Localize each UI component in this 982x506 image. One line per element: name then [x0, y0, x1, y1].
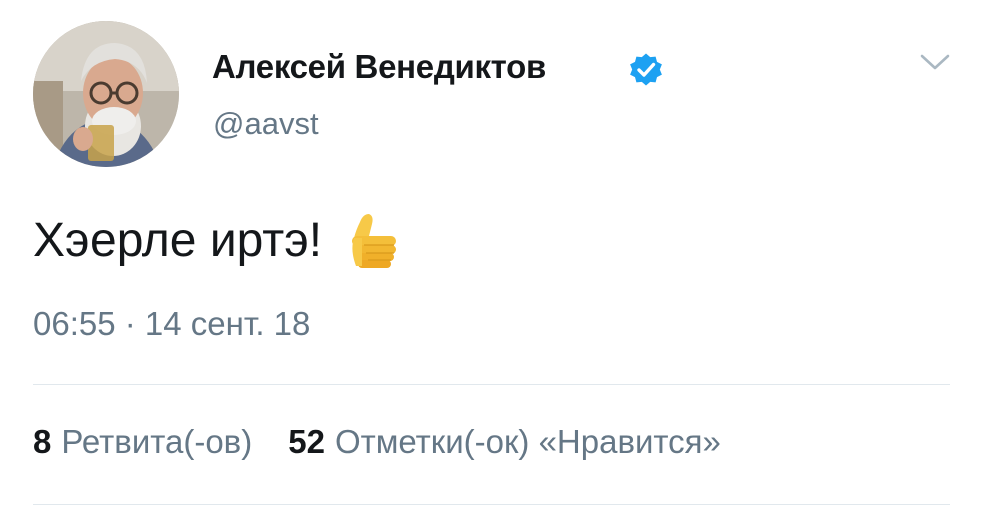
- divider: [33, 504, 950, 505]
- divider: [33, 384, 950, 385]
- retweets-stat[interactable]: 8 Ретвита(-ов): [33, 423, 252, 461]
- author-avatar[interactable]: [33, 21, 179, 167]
- author-handle[interactable]: @aavst: [213, 106, 319, 142]
- tweet-text: Хэерле иртэ!: [33, 208, 404, 272]
- thumbs-up-icon: [352, 214, 397, 268]
- retweets-label: Ретвита(-ов): [61, 423, 253, 460]
- tweet-text-content: Хэерле иртэ!: [33, 213, 323, 267]
- tweet-stats: 8 Ретвита(-ов) 52 Отметки(-ок) «Нравится…: [33, 423, 721, 461]
- tweet-timestamp[interactable]: 06:55 · 14 сент. 18: [33, 305, 310, 343]
- verified-badge-icon: [630, 53, 662, 86]
- retweets-count: 8: [33, 423, 52, 460]
- likes-label: Отметки(-ок) «Нравится»: [334, 423, 721, 460]
- author-display-name[interactable]: Алексей Венедиктов: [212, 48, 546, 86]
- avatar-photo: [33, 21, 179, 167]
- chevron-down-icon[interactable]: [918, 50, 952, 74]
- likes-count: 52: [288, 423, 325, 460]
- likes-stat[interactable]: 52 Отметки(-ок) «Нравится»: [288, 423, 721, 461]
